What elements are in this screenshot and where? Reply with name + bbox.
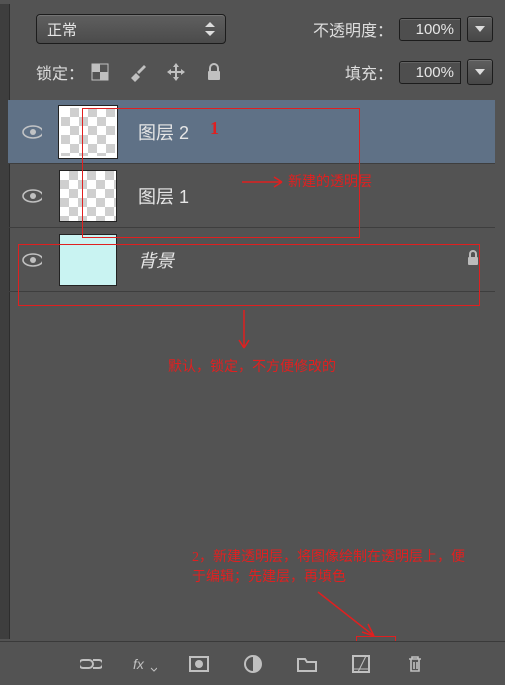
layer-row[interactable]: 图层 1 (8, 164, 495, 228)
lock-brush-icon[interactable] (128, 62, 148, 82)
lock-all-icon[interactable] (204, 62, 224, 82)
layer-thumb[interactable] (59, 234, 117, 286)
opacity-label: 不透明度： (313, 17, 393, 41)
layer-mask-icon[interactable] (187, 652, 211, 676)
annotation-3: 2，新建透明层，将图像绘制在透明层上，便于编辑；先建层，再填色 (192, 548, 472, 587)
layer-row[interactable]: 图层 2 (8, 100, 495, 164)
lock-label: 锁定： (36, 60, 84, 84)
group-icon[interactable] (295, 652, 319, 676)
layer-name[interactable]: 图层 2 (120, 119, 189, 145)
layer-name[interactable]: 图层 1 (120, 183, 189, 209)
visibility-icon[interactable] (22, 186, 42, 206)
fill-dropdown[interactable] (467, 59, 493, 85)
opacity-field[interactable]: 100% (399, 18, 461, 41)
layer-name[interactable]: 背景 (120, 247, 174, 273)
blend-mode-value: 正常 (47, 19, 77, 40)
lock-icon (466, 250, 480, 270)
layer-thumb[interactable] (59, 106, 117, 158)
chevron-updown-icon (203, 20, 217, 38)
fx-icon[interactable]: fx (133, 652, 157, 676)
fill-field[interactable]: 100% (399, 61, 461, 84)
lock-pixels-icon[interactable] (90, 62, 110, 82)
layer-thumb[interactable] (59, 170, 117, 222)
trash-icon[interactable] (403, 652, 427, 676)
svg-text:fx: fx (133, 656, 145, 672)
new-layer-icon[interactable] (349, 652, 373, 676)
link-layers-icon[interactable] (79, 652, 103, 676)
adjustment-layer-icon[interactable] (241, 652, 265, 676)
layer-row[interactable]: 背景 (8, 228, 495, 292)
opacity-dropdown[interactable] (467, 16, 493, 42)
blend-mode-select[interactable]: 正常 (36, 14, 226, 44)
visibility-icon[interactable] (22, 250, 42, 270)
lock-move-icon[interactable] (166, 62, 186, 82)
fill-label: 填充： (345, 60, 393, 84)
visibility-icon[interactable] (22, 122, 42, 142)
annotation-2: 默认，锁定，不方便修改的 (168, 358, 336, 378)
